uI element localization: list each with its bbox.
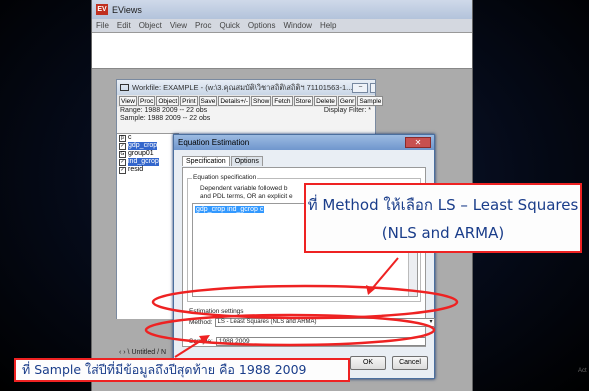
- close-icon[interactable]: ✕: [405, 137, 431, 148]
- wf-genr-button[interactable]: Genr: [337, 96, 357, 106]
- item-label: ind_gcrop: [128, 158, 159, 166]
- ok-button[interactable]: OK: [350, 356, 386, 370]
- item-label: gdp_crop: [128, 142, 158, 150]
- sample-row: Sample: 1988 2009: [189, 337, 426, 346]
- dialog-buttons: OK Cancel: [350, 356, 428, 370]
- equation-text: gdp_crop ind_gcrop c: [195, 206, 265, 213]
- equation-help-text: Dependent variable followed b and PDL te…: [200, 185, 293, 201]
- workfile-info: Range: 1988 2009 -- 22 obs Sample: 1988 …: [117, 107, 375, 123]
- minimize-icon[interactable]: −: [352, 82, 369, 93]
- menu-options[interactable]: Options: [248, 21, 276, 30]
- method-row: Method: LS - Least Squares (NLS and ARMA…: [189, 318, 435, 327]
- list-item[interactable]: ✓ resid: [117, 166, 179, 174]
- series-icon: ✓: [119, 142, 126, 150]
- dialog-title: Equation Estimation: [178, 138, 250, 147]
- workfile-icon: [120, 84, 129, 91]
- tab-specification[interactable]: Specification: [182, 156, 230, 166]
- method-value: LS - Least Squares (NLS and ARMA): [217, 319, 317, 325]
- series-icon: ✓: [119, 166, 126, 174]
- command-window[interactable]: [92, 33, 472, 69]
- sample-note: ที่ Sample ใส่ปีที่มีข้อมูลถึงปีสุดท้าย …: [14, 358, 350, 382]
- workfile-sample: Sample: 1988 2009 -- 22 obs: [120, 115, 211, 122]
- menu-object[interactable]: Object: [139, 21, 162, 30]
- wf-print-button[interactable]: Print: [180, 96, 198, 106]
- series-icon: ✓: [119, 158, 126, 166]
- callout-line-2: (NLS and ARMA): [381, 224, 505, 242]
- menu-edit[interactable]: Edit: [117, 21, 131, 30]
- workfile-toolbar: View Proc Object Print Save Details+/- S…: [117, 95, 384, 107]
- estimation-settings-label: Estimation settings: [189, 308, 244, 315]
- workfile-title: Workfile: EXAMPLE - (w:\3.คุณสมบัติ\วิชา…: [132, 82, 353, 92]
- menu-file[interactable]: File: [96, 21, 109, 30]
- method-select[interactable]: LS - Least Squares (NLS and ARMA) ▾: [214, 318, 435, 327]
- menu-bar: File Edit Object View Proc Quick Options…: [92, 19, 472, 33]
- workfile-title-bar: Workfile: EXAMPLE - (w:\3.คุณสมบัติ\วิชา…: [117, 80, 375, 95]
- cancel-button[interactable]: Cancel: [392, 356, 428, 370]
- menu-proc[interactable]: Proc: [195, 21, 211, 30]
- menu-quick[interactable]: Quick: [219, 21, 239, 30]
- wf-view-button[interactable]: View: [119, 96, 137, 106]
- method-label: Method:: [189, 319, 213, 326]
- window-controls: − □ ✕: [352, 82, 375, 93]
- dialog-title-bar: Equation Estimation ✕: [174, 135, 434, 150]
- method-callout: ที่ Method ให้เลือก LS – Least Squares (…: [304, 183, 582, 253]
- list-item[interactable]: ✓ ind_gcrop: [117, 158, 179, 166]
- wf-sample-button[interactable]: Sample: [357, 96, 384, 106]
- callout-line-1: ที่ Method ให้เลือก LS – Least Squares: [307, 196, 579, 214]
- group-icon: G: [119, 150, 126, 158]
- list-item[interactable]: ✓ gdp_crop: [117, 142, 179, 150]
- wf-save-button[interactable]: Save: [198, 96, 218, 106]
- sample-label: Sample:: [189, 338, 213, 345]
- wf-details-button[interactable]: Details+/-: [218, 96, 250, 106]
- item-label: group01: [128, 150, 154, 157]
- workfile-object-list: β c ✓ gdp_crop G group01 ✓ ind_gcrop ✓ r…: [117, 133, 179, 356]
- wf-show-button[interactable]: Show: [251, 96, 272, 106]
- wf-proc-button[interactable]: Proc: [137, 96, 156, 106]
- maximize-icon[interactable]: □: [370, 82, 375, 93]
- display-filter[interactable]: Display Filter: *: [324, 107, 371, 115]
- list-item[interactable]: G group01: [117, 150, 179, 158]
- coef-icon: β: [119, 134, 126, 142]
- eviews-title-bar: EV EViews: [92, 0, 472, 19]
- help-line-1: Dependent variable followed b: [200, 185, 288, 192]
- menu-view[interactable]: View: [170, 21, 187, 30]
- wf-fetch-button[interactable]: Fetch: [272, 96, 293, 106]
- item-label: resid: [128, 166, 144, 173]
- list-item[interactable]: β c: [117, 134, 179, 142]
- callout-text: ที่ Method ให้เลือก LS – Least Squares (…: [306, 191, 580, 247]
- sample-input[interactable]: 1988 2009: [215, 337, 426, 346]
- equation-estimation-dialog: Equation Estimation ✕ Specification Opti…: [173, 134, 435, 379]
- chevron-down-icon: ▾: [429, 319, 433, 325]
- help-line-2: and PDL terms, OR an explicit e: [200, 193, 293, 200]
- wf-object-button[interactable]: Object: [156, 96, 180, 106]
- menu-window[interactable]: Window: [284, 21, 312, 30]
- menu-help[interactable]: Help: [320, 21, 336, 30]
- item-label: c: [128, 134, 132, 141]
- wf-store-button[interactable]: Store: [293, 96, 314, 106]
- activation-watermark: Act: [578, 368, 587, 374]
- eviews-title: EViews: [112, 4, 142, 15]
- eviews-logo-icon: EV: [96, 4, 108, 15]
- tab-options[interactable]: Options: [230, 156, 263, 166]
- equation-spec-label: Equation specification: [192, 174, 258, 181]
- wf-delete-button[interactable]: Delete: [314, 96, 337, 106]
- dialog-tabs: Specification Options: [174, 150, 434, 166]
